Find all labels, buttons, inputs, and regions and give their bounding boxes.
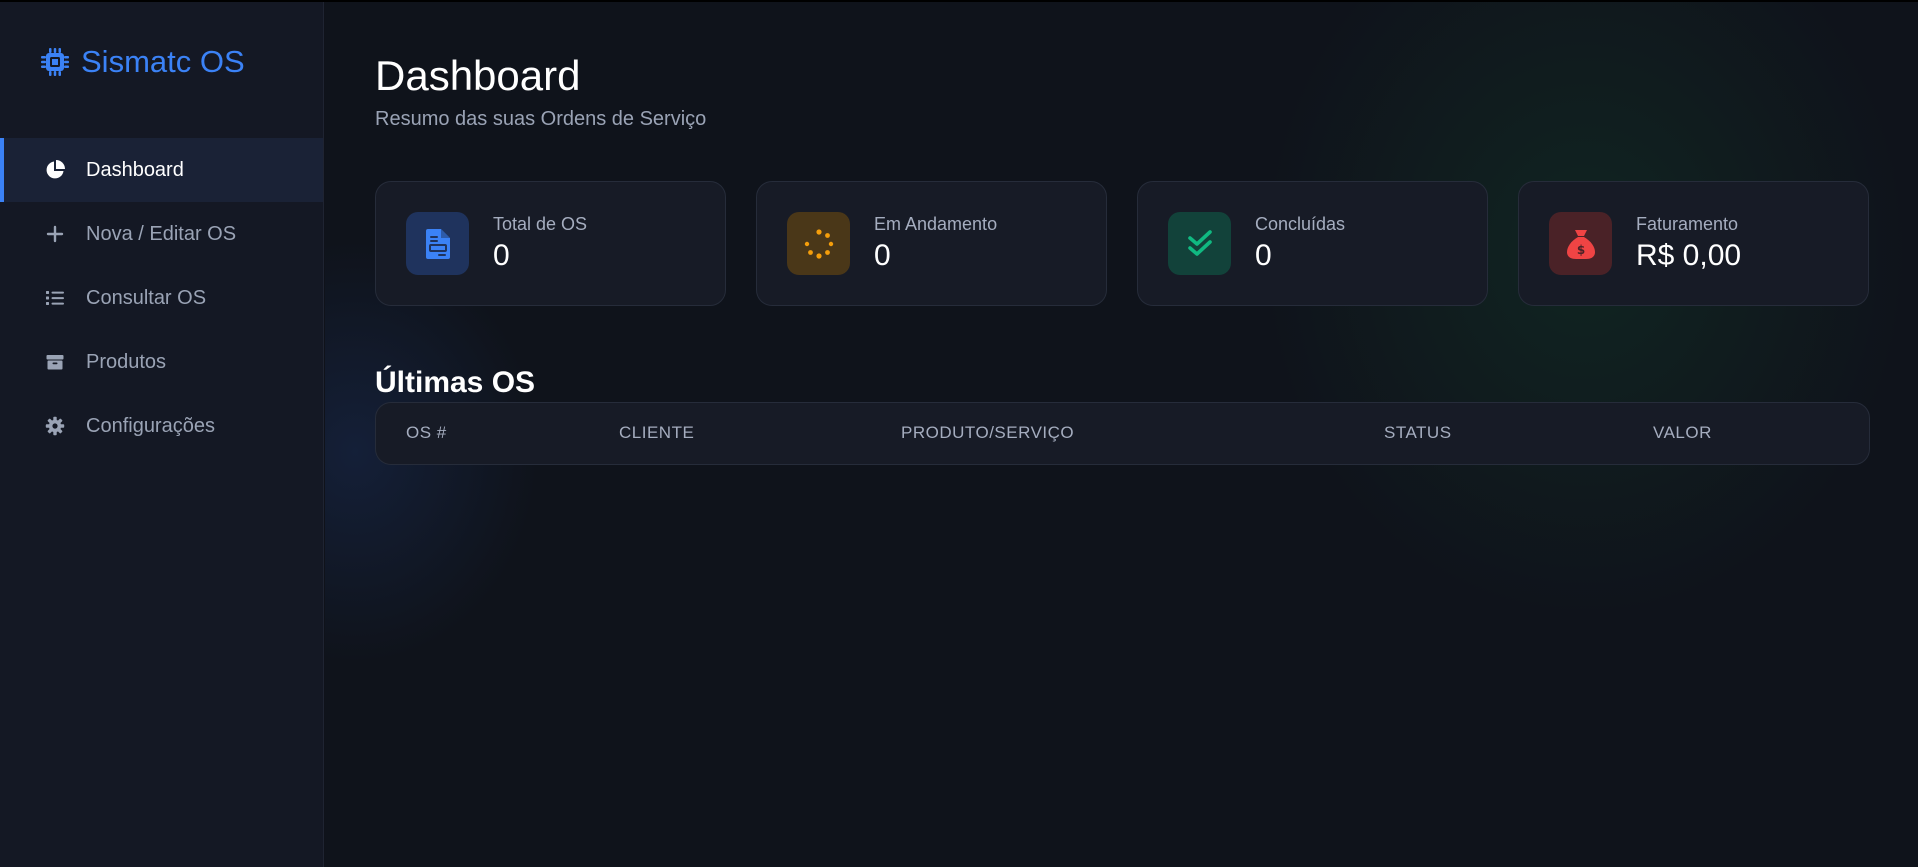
app-logo[interactable]: Sismatc OS — [38, 44, 245, 80]
stat-value: R$ 0,00 — [1636, 239, 1742, 272]
stat-label: Em Andamento — [874, 214, 998, 234]
pie-chart-icon — [44, 159, 66, 181]
sidebar-item-label: Nova / Editar OS — [86, 222, 237, 245]
sidebar: Sismatc OS Dashboard Nova / Editar OS Co… — [0, 2, 324, 867]
recent-os-title: Últimas OS — [375, 366, 536, 399]
money-bag-icon: $ — [1549, 212, 1612, 275]
app-title: Sismatc OS — [81, 44, 245, 79]
column-header-os-number[interactable]: OS # — [406, 423, 447, 443]
stat-card-em-andamento: Em Andamento 0 — [756, 181, 1107, 306]
main-content: Dashboard Resumo das suas Ordens de Serv… — [325, 2, 1918, 867]
window-top-border — [0, 0, 1918, 2]
sidebar-item-dashboard[interactable]: Dashboard — [0, 138, 323, 202]
cpu-chip-icon — [38, 45, 72, 79]
stat-label: Total de OS — [493, 214, 588, 234]
page-title: Dashboard — [375, 52, 581, 99]
document-icon — [406, 212, 469, 275]
double-check-icon — [1168, 212, 1231, 275]
stat-card-concluidas: Concluídas 0 — [1137, 181, 1488, 306]
page-subtitle: Resumo das suas Ordens de Serviço — [375, 108, 707, 130]
stat-label: Faturamento — [1636, 214, 1739, 234]
recent-os-table: OS # CLIENTE PRODUTO/SERVIÇO STATUS VALO… — [375, 402, 1870, 465]
column-header-status[interactable]: STATUS — [1384, 423, 1452, 443]
sidebar-item-label: Produtos — [86, 350, 167, 373]
list-icon — [44, 287, 66, 309]
plus-icon — [44, 223, 66, 245]
sidebar-item-configuracoes[interactable]: Configurações — [0, 394, 323, 458]
stat-label: Concluídas — [1255, 214, 1346, 234]
stats-cards: Total de OS 0 Em Andamento 0 Concluídas … — [375, 181, 1869, 306]
sidebar-item-label: Configurações — [86, 414, 215, 437]
sidebar-item-nova-editar-os[interactable]: Nova / Editar OS — [0, 202, 323, 266]
spinner-icon — [787, 212, 850, 275]
svg-text:$: $ — [1576, 243, 1584, 257]
sidebar-nav: Dashboard Nova / Editar OS Consultar OS … — [0, 138, 323, 458]
sidebar-item-consultar-os[interactable]: Consultar OS — [0, 266, 323, 330]
box-icon — [44, 351, 66, 373]
sidebar-item-label: Dashboard — [86, 158, 184, 181]
column-header-valor[interactable]: VALOR — [1653, 423, 1712, 443]
column-header-cliente[interactable]: CLIENTE — [619, 423, 694, 443]
stat-value: 0 — [1255, 239, 1272, 272]
sidebar-item-label: Consultar OS — [86, 286, 207, 309]
stat-value: 0 — [493, 239, 510, 272]
gear-icon — [44, 415, 66, 437]
stat-card-total-os: Total de OS 0 — [375, 181, 726, 306]
stat-card-faturamento: $ Faturamento R$ 0,00 — [1518, 181, 1869, 306]
sidebar-item-produtos[interactable]: Produtos — [0, 330, 323, 394]
stat-value: 0 — [874, 239, 891, 272]
column-header-produto-servico[interactable]: PRODUTO/SERVIÇO — [901, 423, 1074, 443]
